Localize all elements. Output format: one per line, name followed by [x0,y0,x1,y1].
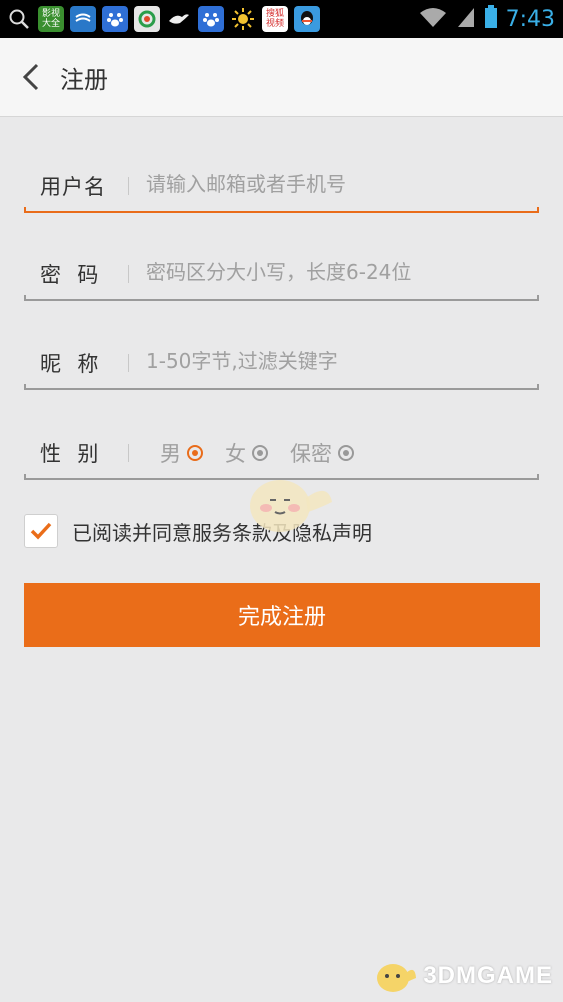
page-title: 注册 [60,65,108,94]
separator [128,177,129,195]
baidu-app-icon-2 [198,6,224,32]
underline [24,207,539,213]
username-label: 用户名 [40,175,106,199]
status-bar: 影视大全 搜狐视频 7:43 [0,0,563,38]
underline [24,384,539,390]
chevron-left-icon [22,63,39,91]
check-icon [30,522,52,540]
app-header: 注册 [0,38,563,117]
baidu-app-icon [102,6,128,32]
mascot-logo-icon [377,964,417,992]
nickname-label: 昵 称 [40,352,100,376]
password-label: 密 码 [40,263,100,287]
battery-icon [484,5,498,33]
search-icon [6,6,32,32]
gender-option-male[interactable]: 男 [160,438,203,468]
nickname-field: 昵 称 [24,334,539,390]
bird-app-icon [166,6,192,32]
signal-icon [456,6,476,32]
brand-text: 3DMGAME [423,962,553,989]
brand-watermark: 3DMGAME [371,956,553,996]
username-field: 用户名 [24,157,539,213]
gender-option-label: 男 [160,442,181,466]
browser-app-icon [134,6,160,32]
separator [128,354,129,372]
status-time: 7:43 [505,6,555,32]
mascot-watermark [228,462,338,546]
complete-registration-button[interactable]: 完成注册 [24,583,540,647]
password-input[interactable] [146,255,526,289]
nickname-input[interactable] [146,344,526,378]
qq-app-icon [294,6,320,32]
agreement-checkbox[interactable] [24,514,58,548]
video-app-icon: 影视大全 [38,6,64,32]
wifi-icon [418,5,448,33]
separator [128,265,129,283]
radio-selected-icon[interactable] [187,445,203,461]
back-button[interactable] [6,38,56,116]
underline [24,295,539,301]
separator [128,444,129,462]
sun-app-icon [230,6,256,32]
password-field: 密 码 [24,245,539,301]
wind-app-icon [70,6,96,32]
gender-label: 性 别 [40,442,100,466]
radio-icon[interactable] [338,445,354,461]
sohu-video-app-icon: 搜狐视频 [262,6,288,32]
radio-icon[interactable] [252,445,268,461]
username-input[interactable] [146,167,526,201]
